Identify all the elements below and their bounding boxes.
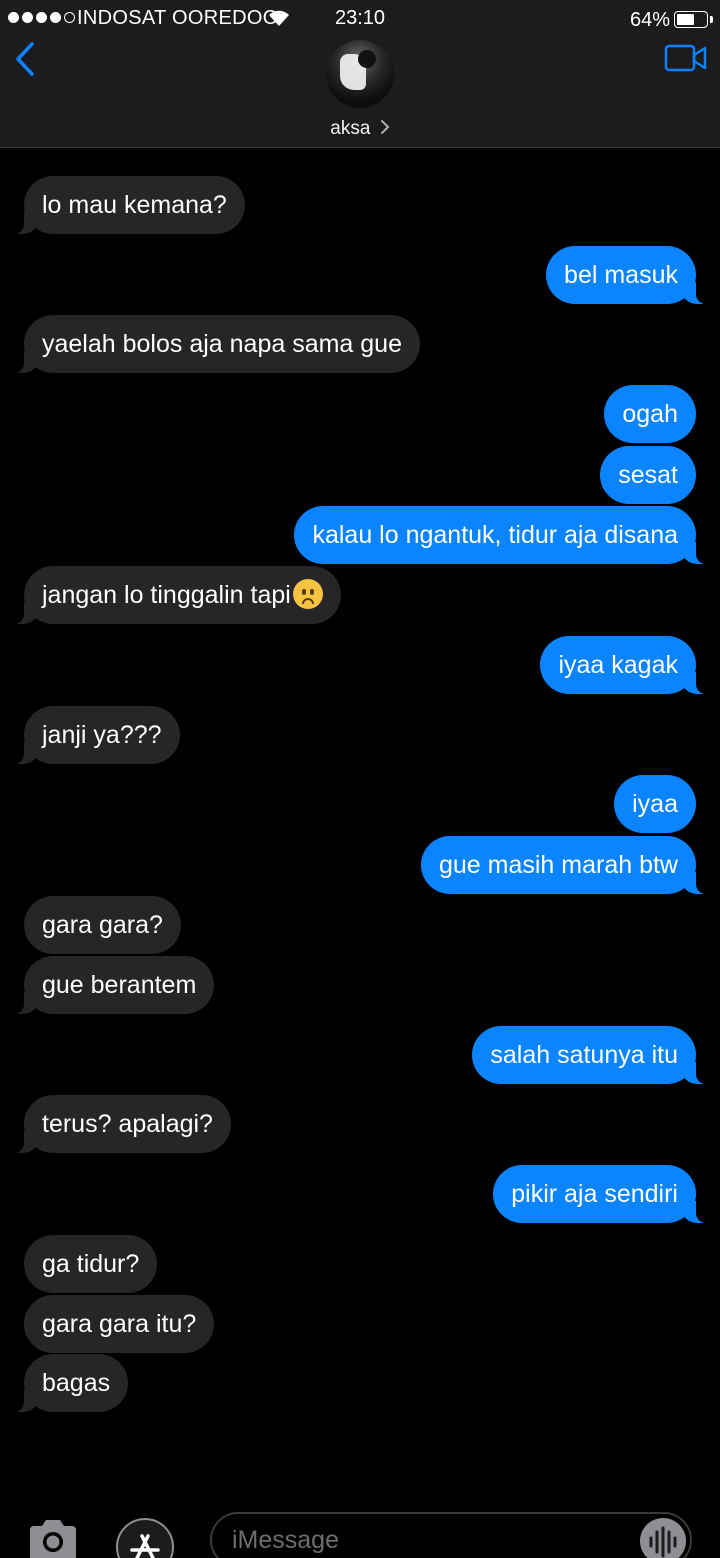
contact-avatar[interactable] [326, 40, 394, 108]
incoming-message[interactable]: gue berantem [9, 956, 215, 1014]
outgoing-message[interactable]: bel masuk [546, 246, 710, 304]
compose-bar [0, 1500, 720, 1558]
app-store-icon [130, 1534, 160, 1558]
incoming-message[interactable]: terus? apalagi? [10, 1095, 231, 1153]
outgoing-message[interactable]: gue masih marah btw [420, 836, 711, 894]
app-store-button[interactable] [116, 1518, 174, 1558]
avatar-shadow [358, 50, 376, 68]
outgoing-message[interactable]: iyaa kagak [540, 636, 710, 694]
incoming-message[interactable]: janji ya??? [10, 706, 180, 764]
audio-message-button[interactable] [640, 1518, 686, 1558]
messages-app: aksa INDOSAT OOREDOO 23:10 64% lo mau ke… [0, 0, 720, 1558]
outgoing-message[interactable]: iyaa [614, 775, 696, 833]
incoming-message[interactable]: lo mau kemana? [10, 176, 245, 234]
outgoing-message[interactable]: kalau lo ngantuk, tidur aja disana [294, 506, 710, 564]
incoming-message[interactable]: bagas [9, 1354, 129, 1412]
status-bar: INDOSAT OOREDOO 23:10 64% [0, 0, 720, 38]
contact-name-button[interactable]: aksa [0, 118, 720, 140]
incoming-message[interactable]: jangan lo tinggalin tapi [10, 566, 341, 624]
battery-nub [710, 16, 713, 23]
video-call-button[interactable] [664, 42, 708, 74]
incoming-message[interactable]: gara gara itu? [24, 1295, 215, 1353]
back-button[interactable] [10, 40, 40, 78]
incoming-message[interactable]: yaelah bolos aja napa sama gue [10, 315, 420, 373]
chevron-right-icon [380, 118, 390, 140]
message-list: lo mau kemana? bel masuk yaelah bolos aj… [0, 150, 720, 1470]
camera-button[interactable] [26, 1516, 80, 1558]
waveform-icon [649, 1526, 677, 1558]
contact-name: aksa [330, 118, 371, 139]
incoming-message[interactable]: ga tidur? [24, 1235, 158, 1293]
incoming-message[interactable]: gara gara? [24, 896, 181, 954]
outgoing-message[interactable]: pikir aja sendiri [493, 1165, 710, 1223]
battery-icon [674, 11, 708, 28]
frowning-face-emoji [292, 579, 323, 610]
message-input[interactable] [210, 1512, 692, 1558]
clock: 23:10 [334, 7, 386, 29]
outgoing-message[interactable]: salah satunya itu [472, 1026, 710, 1084]
battery-percentage: 64% [629, 9, 670, 31]
outgoing-message[interactable]: ogah [604, 385, 696, 443]
outgoing-message[interactable]: sesat [600, 446, 696, 504]
